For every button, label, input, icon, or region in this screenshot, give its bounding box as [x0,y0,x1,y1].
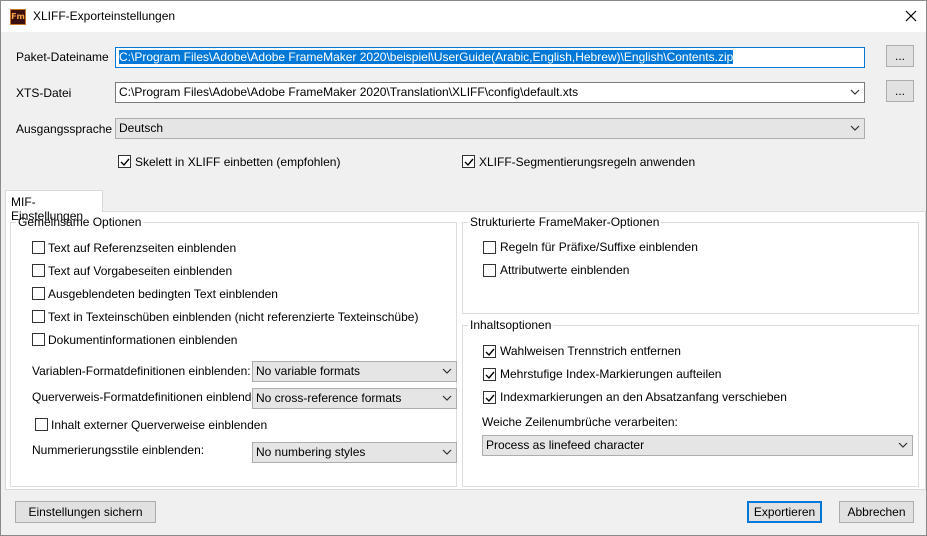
checkmark-icon [485,348,495,357]
xts-browse-button[interactable]: ... [886,80,914,102]
chevron-down-icon [898,442,908,448]
segmentation-checkbox[interactable] [462,155,475,168]
hidden-conditional-checkbox[interactable] [32,287,45,300]
variable-formats-label: Variablen-Formatdefinitionen einblenden: [32,364,251,378]
reference-pages-label: Text auf Referenzseiten einblenden [48,241,237,255]
export-button[interactable]: Exportieren [747,501,822,523]
numbering-styles-value: No numbering styles [256,445,366,459]
source-language-value: Deutsch [119,121,164,135]
structured-options-group: Strukturierte FrameMaker-Optionen Regeln… [462,215,919,314]
package-filename-label: Paket-Dateiname [16,50,109,64]
multilevel-index-label: Mehrstufige Index-Markierungen aufteilen [500,367,722,381]
content-options-group: Inhaltsoptionen Wahlweisen Trennstrich e… [462,318,919,487]
checkmark-icon [485,371,495,380]
multilevel-index-checkbox[interactable] [483,368,496,381]
mif-settings-pane: Gemeinsame Optionen Text auf Referenzsei… [5,211,926,490]
master-pages-checkbox[interactable] [32,264,45,277]
skeleton-label: Skelett in XLIFF einbetten (empfohlen) [135,155,341,169]
common-options-group: Gemeinsame Optionen Text auf Referenzsei… [10,215,457,487]
close-icon [905,10,917,22]
attribute-values-checkbox[interactable] [483,264,496,277]
skeleton-checkbox[interactable] [118,155,131,168]
framemaker-app-icon: Fm [10,9,26,25]
prefix-suffix-checkbox[interactable] [483,241,496,254]
master-pages-label: Text auf Vorgabeseiten einblenden [48,264,233,278]
optional-hyphen-checkbox[interactable] [483,345,496,358]
document-info-checkbox[interactable] [32,333,45,346]
chevron-down-icon [442,368,452,374]
chevron-down-icon [442,449,452,455]
title-bar: Fm XLIFF-Exporteinstellungen [1,1,926,32]
window-title: XLIFF-Exporteinstellungen [33,9,176,23]
chevron-down-icon [850,89,860,95]
checkmark-icon [464,158,474,167]
optional-hyphen-label: Wahlweisen Trennstrich entfernen [500,344,681,358]
chevron-down-icon [442,395,452,401]
variable-formats-select[interactable]: No variable formats [252,361,457,382]
text-insets-label: Text in Texteinschüben einblenden (nicht… [48,310,419,324]
numbering-styles-select[interactable]: No numbering styles [252,442,457,463]
segmentation-label: XLIFF-Segmentierungsregeln anwenden [479,155,696,169]
prefix-suffix-label: Regeln für Präfixe/Suffixe einblenden [500,240,698,254]
external-xref-label: Inhalt externer Querverweise einblenden [51,418,268,432]
close-button[interactable] [896,1,926,32]
structured-options-title: Strukturierte FrameMaker-Optionen [468,215,662,229]
source-language-select[interactable]: Deutsch [115,118,865,139]
numbering-styles-label: Nummerierungsstile einblenden: [32,443,205,457]
dialog-window: Fm XLIFF-Exporteinstellungen Paket-Datei… [0,0,927,536]
soft-breaks-value: Process as linefeed character [486,438,645,452]
checkmark-icon [485,394,495,403]
xts-file-label: XTS-Datei [16,86,72,100]
checkmark-icon [120,158,130,167]
tab-mif-settings[interactable]: MIF-Einstellungen [5,190,103,223]
reference-pages-checkbox[interactable] [32,241,45,254]
package-browse-button[interactable]: ... [886,45,914,67]
move-index-markers-label: Indexmarkierungen an den Absatzanfang ve… [500,390,787,404]
soft-breaks-label: Weiche Zeilenumbrüche verarbeiten: [482,415,678,429]
source-language-label: Ausgangssprache [16,122,113,136]
xref-formats-label: Querverweis-Formatdefinitionen einblende… [32,390,269,404]
package-filename-value: C:\Program Files\Adobe\Adobe FrameMaker … [119,50,734,64]
move-index-markers-checkbox[interactable] [483,391,496,404]
xts-file-value: C:\Program Files\Adobe\Adobe FrameMaker … [119,85,579,99]
xref-formats-value: No cross-reference formats [256,391,402,405]
soft-breaks-select[interactable]: Process as linefeed character [482,435,913,456]
xref-formats-select[interactable]: No cross-reference formats [252,388,457,409]
document-info-label: Dokumentinformationen einblenden [48,333,238,347]
package-filename-input[interactable]: C:\Program Files\Adobe\Adobe FrameMaker … [115,47,865,68]
xts-file-combo[interactable]: C:\Program Files\Adobe\Adobe FrameMaker … [115,82,865,103]
external-xref-checkbox[interactable] [35,418,48,431]
save-settings-button[interactable]: Einstellungen sichern [15,501,156,523]
attribute-values-label: Attributwerte einblenden [500,263,630,277]
variable-formats-value: No variable formats [256,364,361,378]
content-options-title: Inhaltsoptionen [468,318,554,332]
cancel-button[interactable]: Abbrechen [839,501,914,523]
text-insets-checkbox[interactable] [32,310,45,323]
hidden-conditional-label: Ausgeblendeten bedingten Text einblenden [48,287,278,301]
chevron-down-icon [850,125,860,131]
